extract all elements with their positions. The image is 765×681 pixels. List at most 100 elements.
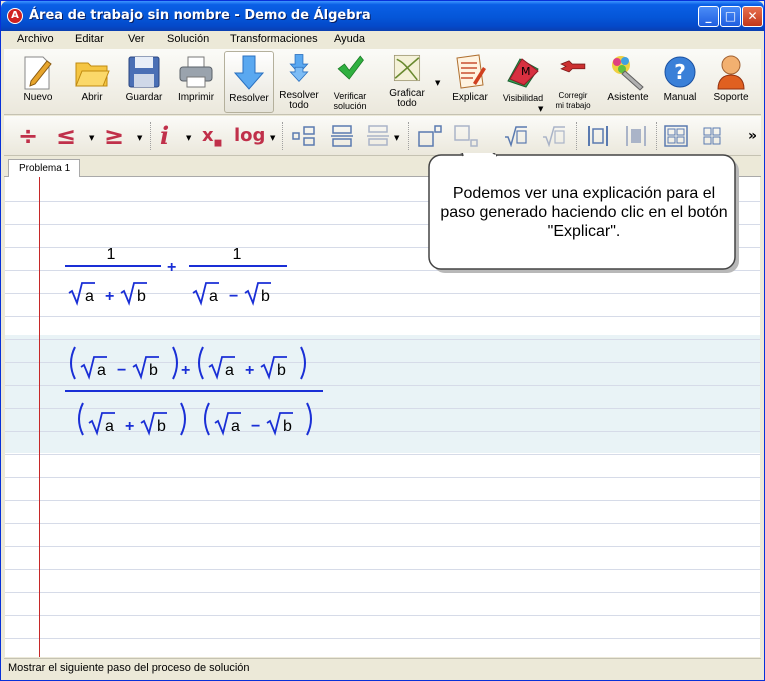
ruled-line	[5, 523, 760, 524]
app-logo-icon[interactable]: A	[7, 8, 23, 24]
tab-problema-1[interactable]: Problema 1	[8, 159, 80, 178]
menu-editar[interactable]: Editar	[75, 33, 104, 45]
graficar-todo-button[interactable]: Graficar todo	[382, 51, 432, 113]
solve-all-arrow-icon	[289, 54, 309, 83]
resolver-todo-button[interactable]: Resolver todo	[276, 51, 322, 113]
italic-dropdown-icon[interactable]: ▼	[186, 134, 191, 142]
resolver-button[interactable]: Resolver	[224, 51, 274, 113]
graficar-label-2: todo	[397, 98, 417, 109]
greater-equal-button[interactable]: ≥	[104, 122, 124, 150]
superscript-box-icon[interactable]	[418, 125, 442, 147]
nth-root-icon[interactable]	[542, 125, 566, 147]
resolver-label: Resolver	[229, 93, 269, 104]
margin-line	[39, 177, 40, 657]
ruled-line	[5, 569, 760, 570]
main-toolbar: Nuevo Abrir Guardar Imprimir Resolver Re…	[4, 49, 761, 115]
operator-minus: −	[229, 288, 238, 305]
asistente-button[interactable]: Asistente	[602, 51, 654, 113]
abrir-button[interactable]: Abrir	[66, 51, 118, 113]
radicand-b: b	[157, 418, 166, 435]
manual-button[interactable]: ? Manual	[656, 51, 704, 113]
expression-original[interactable]: 1 a + b + 1 a − b	[61, 239, 301, 315]
minimize-button[interactable]: _	[698, 6, 719, 27]
menu-transformaciones[interactable]: Transformaciones	[230, 33, 318, 45]
toolbar-overflow-button[interactable]: »	[748, 122, 757, 150]
radicand-a: a	[105, 418, 114, 435]
visibilidad-button[interactable]: M Visibilidad	[498, 51, 548, 113]
verificar-label-2: solución	[333, 101, 367, 111]
norm-box-icon[interactable]	[624, 125, 648, 147]
operator-plus: +	[181, 362, 190, 379]
stack-dropdown-icon[interactable]: ▼	[394, 134, 399, 142]
log-button[interactable]: log	[234, 122, 265, 150]
log-dropdown-icon[interactable]: ▼	[270, 134, 275, 142]
window-title: Área de trabajo sin nombre - Demo de Álg…	[29, 8, 371, 23]
greater-equal-dropdown-icon[interactable]: ▼	[137, 134, 142, 142]
ruled-line	[5, 316, 760, 317]
guardar-button[interactable]: Guardar	[118, 51, 170, 113]
menu-ayuda[interactable]: Ayuda	[334, 33, 365, 45]
less-equal-button[interactable]: ≤	[56, 122, 76, 150]
nuevo-label: Nuevo	[23, 92, 53, 103]
absolute-value-icon[interactable]	[586, 125, 610, 147]
stack-fraction-icon[interactable]	[330, 125, 354, 147]
subscript-x-button[interactable]: x■	[202, 122, 222, 150]
menu-solucion[interactable]: Solución	[167, 33, 209, 45]
assistant-magic-icon	[612, 56, 644, 91]
radicand-a: a	[209, 288, 218, 305]
divide-button[interactable]: ÷	[18, 122, 38, 150]
radicand-a: a	[225, 362, 234, 379]
maximize-button[interactable]: □	[720, 6, 741, 27]
explicar-button[interactable]: Explicar	[444, 51, 496, 113]
matrix-alt-icon[interactable]	[700, 125, 724, 147]
visibility-layers-icon: M	[507, 58, 539, 88]
subscript-x-label: x	[202, 125, 214, 146]
close-button[interactable]: ✕	[742, 6, 763, 27]
graficar-dropdown-icon[interactable]: ▼	[435, 79, 440, 87]
operator-plus: +	[245, 362, 254, 379]
menu-ver[interactable]: Ver	[128, 33, 145, 45]
explicar-label: Explicar	[452, 92, 488, 103]
soporte-button[interactable]: Soporte	[706, 51, 756, 113]
support-person-icon	[717, 55, 745, 90]
less-equal-dropdown-icon[interactable]: ▼	[89, 134, 94, 142]
toolbar-separator	[150, 122, 151, 150]
italic-i-button[interactable]: i	[160, 122, 169, 150]
operator-plus: +	[105, 288, 114, 305]
status-bar: Mostrar el siguiente paso del proceso de…	[4, 658, 761, 678]
minimize-icon: _	[705, 9, 712, 23]
explain-notepad-icon	[456, 54, 486, 89]
toolbar-separator	[282, 122, 283, 150]
ruled-line	[5, 592, 760, 593]
title-bar[interactable]: A Área de trabajo sin nombre - Demo de Á…	[1, 1, 764, 31]
nuevo-button[interactable]: Nuevo	[12, 51, 64, 113]
ruled-line	[5, 546, 760, 547]
verificar-label-1: Verificar	[333, 91, 367, 101]
operator-minus: −	[117, 362, 126, 379]
expression-combined[interactable]: a − b + a + b a + b a − b	[61, 339, 331, 451]
subscript-box-icon[interactable]	[454, 125, 478, 147]
toolbar-separator	[656, 122, 657, 150]
corregir-button[interactable]: Corregir mi trabajo	[548, 51, 598, 113]
asistente-label: Asistente	[607, 92, 649, 103]
operator-minus: −	[251, 418, 260, 435]
resolver-todo-label-2: todo	[289, 100, 309, 111]
ruled-line	[5, 500, 760, 501]
ruled-line	[5, 638, 760, 639]
radicand-a: a	[97, 362, 106, 379]
align-left-icon[interactable]	[292, 125, 316, 147]
numerator-one: 1	[107, 246, 116, 263]
corregir-label-2: mi trabajo	[555, 101, 591, 110]
graph-plot-icon	[393, 54, 421, 82]
sqrt-box-icon[interactable]	[504, 125, 528, 147]
stack-lines-icon[interactable]	[366, 125, 390, 147]
printer-icon	[179, 56, 213, 88]
imprimir-label: Imprimir	[177, 92, 215, 103]
matrix-icon[interactable]	[664, 125, 688, 147]
imprimir-button[interactable]: Imprimir	[170, 51, 222, 113]
menu-archivo[interactable]: Archivo	[17, 33, 54, 45]
solve-arrow-icon	[233, 55, 265, 90]
visibilidad-dropdown-icon[interactable]: ▼	[538, 105, 543, 113]
verificar-solucion-button[interactable]: Verificar solución	[324, 51, 376, 113]
corregir-label-1: Corregir	[558, 91, 588, 100]
